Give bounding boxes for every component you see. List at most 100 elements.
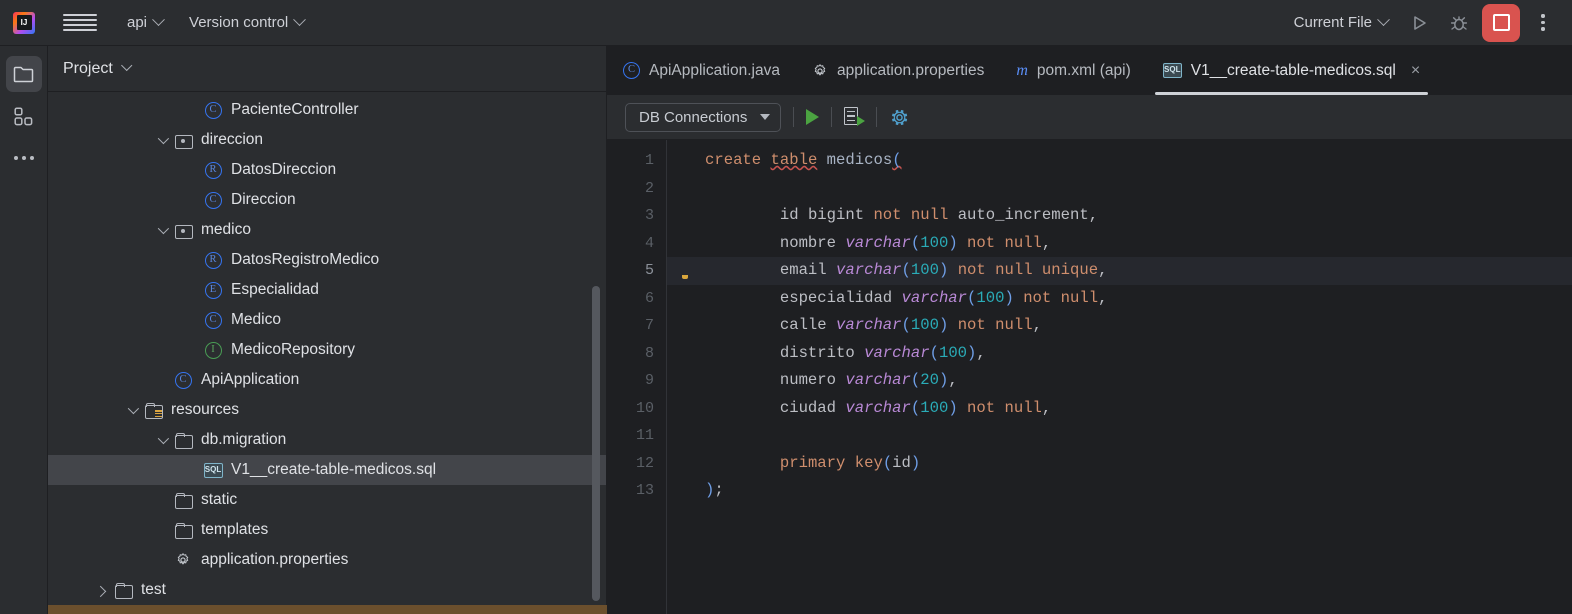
hamburger-menu-icon[interactable] [63, 14, 97, 31]
project-horizontal-scrollbar-track [48, 605, 607, 614]
project-panel-header[interactable]: Project [48, 46, 606, 92]
code-line[interactable]: distrito varchar(100), [703, 340, 1572, 368]
run-button[interactable] [1402, 6, 1436, 40]
tree-row[interactable]: C Direccion [48, 185, 606, 215]
tree-row[interactable]: E Especialidad [48, 275, 606, 305]
db-connections-dropdown[interactable]: DB Connections [625, 102, 782, 132]
stop-button[interactable] [1482, 3, 1520, 42]
chevron-down-icon[interactable] [154, 222, 170, 235]
code-token: varchar [901, 288, 968, 307]
tab-icon: SQL [1162, 63, 1182, 78]
gutter-mark-slot [667, 202, 703, 230]
tree-node-label: medico [201, 221, 251, 238]
code-line[interactable]: ciudad varchar(100) not null, [703, 395, 1572, 423]
tree-row-selected[interactable]: SQL V1__create-table-medicos.sql [48, 455, 606, 485]
class-icon: C [204, 311, 222, 329]
sql-file-icon: SQL [203, 462, 223, 478]
code-token: id [705, 206, 799, 224]
tree-row[interactable]: R DatosRegistroMedico [48, 245, 606, 275]
gutter-mark-slot [667, 147, 703, 175]
version-control-widget[interactable]: Version control [181, 10, 312, 35]
tree-row[interactable]: I MedicoRepository [48, 335, 606, 365]
code-token: ( [901, 261, 911, 279]
project-selector[interactable]: api [119, 10, 171, 35]
gutter-mark-slot [667, 230, 703, 258]
intention-bulb-button[interactable] [667, 257, 703, 285]
tab-icon: m [1016, 62, 1028, 80]
code-content[interactable]: create table medicos( id bigint not null… [703, 140, 1572, 614]
toolbar-separator [793, 107, 795, 127]
tree-row[interactable]: C PacienteController [48, 95, 606, 125]
code-line[interactable]: create table medicos( [703, 147, 1572, 175]
debug-button[interactable] [1442, 6, 1476, 40]
code-line[interactable] [703, 175, 1572, 203]
project-selector-label: api [127, 14, 148, 31]
code-token: ( [967, 288, 977, 307]
tab-label: V1__create-table-medicos.sql [1190, 61, 1396, 79]
tree-row[interactable]: templates [48, 515, 606, 545]
tree-row[interactable]: resources [48, 395, 606, 425]
run-script-button[interactable] [844, 107, 866, 127]
sidebar-item-more[interactable] [6, 140, 42, 176]
folder-icon [174, 433, 193, 449]
editor-tab[interactable]: m pom.xml (api) [1000, 46, 1146, 95]
close-icon[interactable]: × [1411, 62, 1420, 80]
project-horizontal-scrollbar-thumb[interactable] [48, 605, 607, 614]
project-vertical-scrollbar[interactable] [592, 286, 600, 601]
chevron-right-icon[interactable] [94, 585, 110, 598]
tree-row[interactable]: static [48, 485, 606, 515]
tree-row[interactable]: C Medico [48, 305, 606, 335]
tree-node-icon: C [202, 311, 224, 329]
chevron-down-icon[interactable] [124, 402, 140, 415]
code-token: varchar [845, 371, 911, 389]
record-icon: R [204, 161, 222, 179]
code-line[interactable]: id bigint not null auto_increment, [703, 202, 1572, 230]
code-token: 20 [920, 371, 939, 389]
code-editor[interactable]: 1 2 3 4 5 6 7 8 9 10 11 12 13 create table medicos( … [607, 140, 1572, 614]
stop-icon [1492, 14, 1510, 31]
chevron-down-icon[interactable] [154, 132, 170, 145]
code-token: ( [892, 151, 902, 169]
tree-row[interactable]: direccion [48, 125, 606, 155]
code-line[interactable]: ); [703, 477, 1572, 505]
project-tool-window: Project C PacienteController direccion R Dat… [48, 46, 607, 614]
code-line[interactable]: email varchar(100) not null unique, [703, 257, 1572, 285]
tree-node-icon: C [202, 101, 224, 119]
code-line[interactable]: calle varchar(100) not null, [703, 312, 1572, 340]
tree-row[interactable]: db.migration [48, 425, 606, 455]
editor-tab[interactable]: C ApiApplication.java [607, 46, 796, 95]
code-token: , [1088, 206, 1099, 224]
gutter-mark-slot [667, 422, 703, 450]
run-configuration-label: Current File [1293, 14, 1372, 31]
run-configuration-selector[interactable]: Current File [1286, 10, 1396, 35]
tree-node-label: templates [201, 521, 269, 538]
tree-node-icon [172, 552, 194, 568]
editor-tab[interactable]: SQL V1__create-table-medicos.sql × [1146, 46, 1437, 95]
tree-row[interactable]: application.properties [48, 545, 606, 575]
code-line[interactable]: especialidad varchar(100) not null, [703, 285, 1572, 313]
sidebar-item-project[interactable] [5, 56, 42, 92]
code-line[interactable]: nombre varchar(100) not null, [703, 230, 1572, 258]
code-line[interactable]: numero varchar(20), [703, 367, 1572, 395]
tree-row[interactable]: C ApiApplication [48, 365, 606, 395]
more-options-button[interactable] [1526, 6, 1560, 40]
tree-node-label: static [201, 491, 238, 508]
sidebar-item-plugins[interactable] [6, 98, 42, 134]
tree-node-icon [172, 223, 194, 239]
tree-row[interactable]: medico [48, 215, 606, 245]
sql-toolbar: DB Connections [607, 95, 1572, 140]
code-token: , [1041, 233, 1052, 252]
code-token: not null [967, 398, 1042, 417]
run-query-button[interactable] [806, 109, 820, 125]
class-icon: C [174, 371, 192, 389]
project-tree[interactable]: C PacienteController direccion R DatosDirecc… [48, 92, 606, 614]
chevron-down-icon[interactable] [154, 432, 170, 445]
sql-settings-button[interactable] [889, 107, 910, 128]
code-line[interactable] [703, 422, 1572, 450]
tree-row[interactable]: R DatosDireccion [48, 155, 606, 185]
code-line[interactable]: primary key(id) [703, 450, 1572, 478]
properties-icon [814, 63, 826, 75]
tree-row[interactable]: test [48, 575, 606, 605]
tree-node-label: MedicoRepository [231, 341, 356, 358]
editor-tab[interactable]: application.properties [796, 46, 1000, 95]
